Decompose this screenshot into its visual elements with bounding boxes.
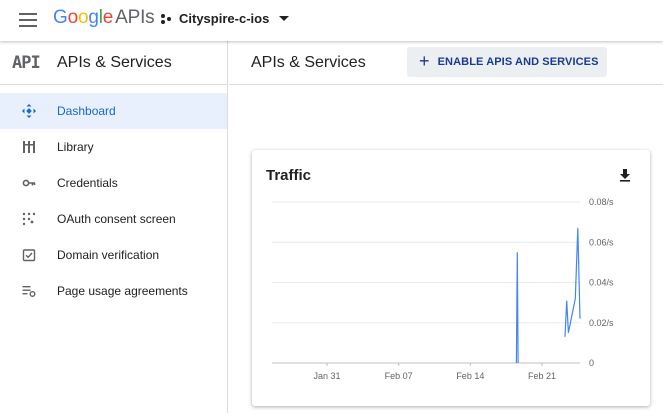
sidebar-nav: Dashboard Library Credentials OAuth cons… [0,93,227,309]
sidebar-item-credentials[interactable]: Credentials [0,165,227,201]
x-tick-label: Feb 21 [528,371,556,381]
oauth-icon [0,212,57,226]
sidebar-item-oauth[interactable]: OAuth consent screen [0,201,227,237]
sidebar-item-label: Domain verification [57,248,160,262]
checkbox-icon [0,248,57,262]
brand-letter: g [88,7,99,28]
x-tick-label: Jan 31 [313,371,340,381]
sidebar-item-label: OAuth consent screen [57,212,176,226]
page-title: APIs & Services [251,53,366,71]
project-name: Cityspire-c-ios [179,11,270,26]
google-apis-logo[interactable]: Google APIs [53,7,155,29]
settings-list-icon [0,284,57,298]
y-tick-label: 0.02/s [589,318,614,328]
brand-letter: o [77,7,89,28]
sidebar-item-label: Credentials [57,176,118,190]
chart-title: Traffic [266,167,312,184]
download-icon[interactable] [618,168,632,182]
sidebar-item-label: Library [57,140,94,154]
main-header: APIs & Services + ENABLE APIS AND SERVIC… [229,41,663,85]
top-app-bar: Google APIs Cityspire-c-ios [0,0,663,41]
sidebar: API APIs & Services Dashboard Library Cr… [0,41,228,413]
enable-apis-button[interactable]: + ENABLE APIS AND SERVICES [407,47,607,77]
sidebar-title: APIs & Services [57,53,172,71]
project-selector[interactable]: Cityspire-c-ios [161,11,290,26]
traffic-series-line [515,252,519,364]
key-icon [0,176,57,190]
brand-letter: e [102,7,114,28]
sidebar-item-library[interactable]: Library [0,129,227,165]
y-tick-label: 0.06/s [589,237,614,247]
menu-icon[interactable] [19,13,37,27]
project-icon [161,13,173,25]
sidebar-item-label: Dashboard [57,104,116,118]
brand-letter: G [53,7,68,28]
dashboard-icon [0,104,57,118]
x-tick-label: Feb 14 [456,371,484,381]
y-tick-label: 0.08/s [589,197,614,207]
sidebar-item-domain-verification[interactable]: Domain verification [0,237,227,273]
sidebar-item-label: Page usage agreements [57,284,188,298]
library-icon [0,140,57,154]
brand-letter: o [67,7,79,28]
traffic-chart: 0.08/s 0.06/s 0.04/s 0.02/s 0 Jan 31 Feb 07 Feb… [272,197,614,381]
sidebar-item-page-usage-agreements[interactable]: Page usage agreements [0,273,227,309]
y-tick-label: 0 [589,358,594,368]
x-tick-label: Feb 07 [385,371,413,381]
plus-icon: + [419,50,430,71]
brand-suffix: APIs [115,7,155,28]
enable-apis-label: ENABLE APIS AND SERVICES [437,56,599,68]
sidebar-header: API APIs & Services [0,41,227,85]
sidebar-item-dashboard[interactable]: Dashboard [0,93,227,129]
dropdown-arrow-icon [279,16,290,21]
y-tick-label: 0.04/s [589,278,614,288]
api-logo-icon: API [12,52,41,73]
traffic-card: 0.08/s 0.06/s 0.04/s 0.02/s 0 Jan 31 Feb 07 Feb… [252,150,650,406]
